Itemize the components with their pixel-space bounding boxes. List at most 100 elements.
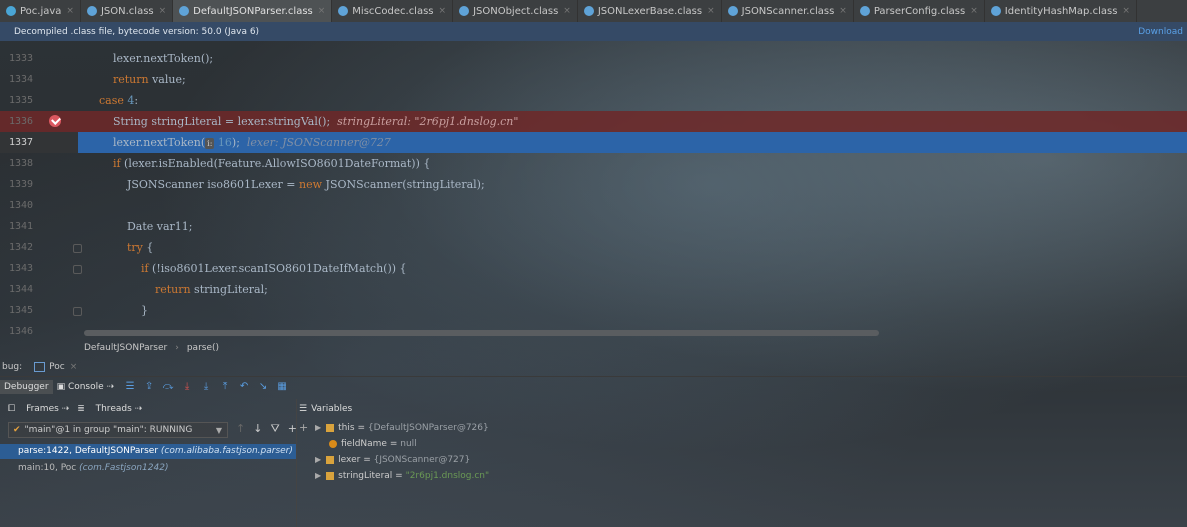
code-line-1343[interactable]: if (!iso8601Lexer.scanISO8601DateIfMatch… [78,258,1187,279]
code-line-1338[interactable]: if (lexer.isEnabled(Feature.AllowISO8601… [78,153,1187,174]
tab-jsonobject-class[interactable]: JSONObject.class × [453,0,578,22]
breadcrumb-class[interactable]: DefaultJSONParser [84,343,167,353]
keyword: if [112,157,121,170]
expand-arrow-icon[interactable]: ▶ [315,423,321,432]
tab-frames[interactable]: ⧠ Frames ⇢ [8,404,69,414]
variable-row[interactable]: ▶ stringLiteral = "2r6pj1.dnslog.cn" [315,468,489,484]
tab-threads[interactable]: ≣ Threads ⇢ [77,404,142,414]
horizontal-scrollbar[interactable] [84,330,879,336]
variable-name: stringLiteral [338,471,393,481]
tab-poc-java[interactable]: Poc.java × [0,0,81,22]
tab-console[interactable]: ▣ Console ⇢ [53,380,119,394]
frame-row[interactable]: main:10, Poc (com.Fastjson1242) [0,461,296,476]
close-icon[interactable]: × [159,6,167,16]
tab-parserconfig-class[interactable]: ParserConfig.class × [854,0,985,22]
step-over-icon[interactable]: ⤼ [161,381,175,393]
thread-selector[interactable]: ✔ "main"@1 in group "main": RUNNING ▼ [8,422,228,438]
expand-arrow-icon[interactable]: ▶ [315,455,321,464]
object-icon [326,423,335,432]
show-execution-point-icon[interactable]: ⇪ [142,381,156,393]
force-step-into-icon[interactable]: ⤓ [199,381,213,393]
console-icon: ▣ [56,381,68,392]
class-file-icon [338,6,349,16]
equals: = [354,423,368,433]
editor-tab-bar: Poc.java × JSON.class × DefaultJSONParser.… [0,0,1187,23]
line-number: 1341 [9,221,34,232]
evaluate-expression-icon[interactable]: ▦ [275,381,289,393]
code-line-1339[interactable]: JSONScanner iso8601Lexer = new JSONScann… [78,174,1187,195]
frames-header: ⧠ Frames ⇢ ≣ Threads ⇢ [0,401,296,417]
variable-row[interactable]: ▶ this = {DefaultJSONParser@726} [315,420,489,436]
line-number: 1335 [9,95,34,106]
add-watch-icon[interactable]: + [299,421,308,434]
run-to-cursor-icon[interactable]: ↘ [256,381,270,393]
number-literal: 16 [214,136,232,149]
code-line-1344[interactable]: return stringLiteral; [78,279,1187,300]
tab-jsonscanner-class[interactable]: JSONScanner.class × [722,0,854,22]
breadcrumb-method[interactable]: parse() [187,343,219,353]
code-line-1345[interactable]: } [78,300,1187,321]
variable-value: null [400,439,417,449]
run-config-tab[interactable]: Poc × [34,361,78,372]
keyword: try [126,241,143,254]
close-icon[interactable]: × [563,6,571,16]
close-icon[interactable]: × [70,362,78,372]
decompiled-banner: Decompiled .class file, bytecode version… [0,22,1187,41]
line-number: 1345 [9,305,34,316]
step-out-icon[interactable]: ⤒ [218,381,232,393]
close-icon[interactable]: × [66,6,74,16]
tab-defaultjsonparser-class[interactable]: DefaultJSONParser.class × [173,0,333,22]
variables-header: ☰ Variables [299,404,353,414]
variable-row[interactable]: fieldName = null [329,436,417,452]
tab-json-class[interactable]: JSON.class × [81,0,174,22]
code-line-1336[interactable]: String stringLiteral = lexer.stringVal()… [78,111,1187,132]
breakpoint-icon[interactable] [49,115,61,127]
code-text: value; [148,73,186,86]
close-icon[interactable]: × [1122,6,1130,16]
line-number: 1339 [9,179,34,190]
up-arrow-icon[interactable]: ↑ [236,422,245,436]
variable-name: this [338,423,355,433]
close-icon[interactable]: × [707,6,715,16]
tab-identityhashmap-class[interactable]: IdentityHashMap.class × [985,0,1137,22]
download-sources-link[interactable]: Download [1138,27,1183,37]
close-icon[interactable]: × [439,6,447,16]
thread-label: "main"@1 in group "main": RUNNING [24,425,193,435]
line-number: 1338 [9,158,34,169]
line-number: 1343 [9,263,34,274]
line-number: 1334 [9,74,34,85]
drop-frame-icon[interactable]: ↶ [237,381,251,393]
debug-toolbar: Debugger ▣ Console ⇢ ☰ ⇪ ⤼ ⤓ ⤓ ⤒ ↶ ↘ ▦ [0,376,1187,396]
close-icon[interactable]: × [318,6,326,16]
down-arrow-icon[interactable]: ↓ [253,422,262,436]
equals: = [386,439,401,449]
tab-debugger[interactable]: Debugger [0,379,53,394]
code-line-1342[interactable]: try { [78,237,1187,258]
close-icon[interactable]: × [970,6,978,16]
threads-label: Threads [95,404,132,414]
frame-row[interactable]: parse:1422, DefaultJSONParser (com.aliba… [0,444,296,459]
tab-misccodec-class[interactable]: MiscCodec.class × [332,0,454,22]
tab-jsonlexerbase-class[interactable]: JSONLexerBase.class × [578,0,722,22]
menu-icon[interactable]: ☰ [123,381,137,393]
console-label: Console [67,381,104,392]
step-into-icon[interactable]: ⤓ [180,381,194,393]
filter-icon[interactable]: ⛛ [270,422,279,436]
code-line-1333[interactable]: lexer.nextToken(); [78,48,1187,69]
keyword: return [112,73,149,86]
class-file-icon [727,6,738,16]
code-line-1337[interactable]: lexer.nextToken(i: 16); lexer: JSONScann… [78,132,1187,153]
variable-row[interactable]: ▶ lexer = {JSONScanner@727} [315,452,470,468]
close-icon[interactable]: × [839,6,847,16]
line-number: 1333 [9,53,34,64]
line-number: 1346 [9,326,34,337]
code-line-1335[interactable]: case 4: [78,90,1187,111]
code-editor[interactable]: 1333 lexer.nextToken(); 1334 return valu… [0,41,1187,341]
expand-arrow-icon[interactable]: ▶ [315,471,321,480]
code-line-1341[interactable]: Date var11; [78,216,1187,237]
tab-label: DefaultJSONParser.class [193,5,313,17]
variable-name: fieldName [341,439,387,449]
panel-divider[interactable] [296,399,297,527]
code-line-1334[interactable]: return value; [78,69,1187,90]
java-class-icon [6,6,16,16]
